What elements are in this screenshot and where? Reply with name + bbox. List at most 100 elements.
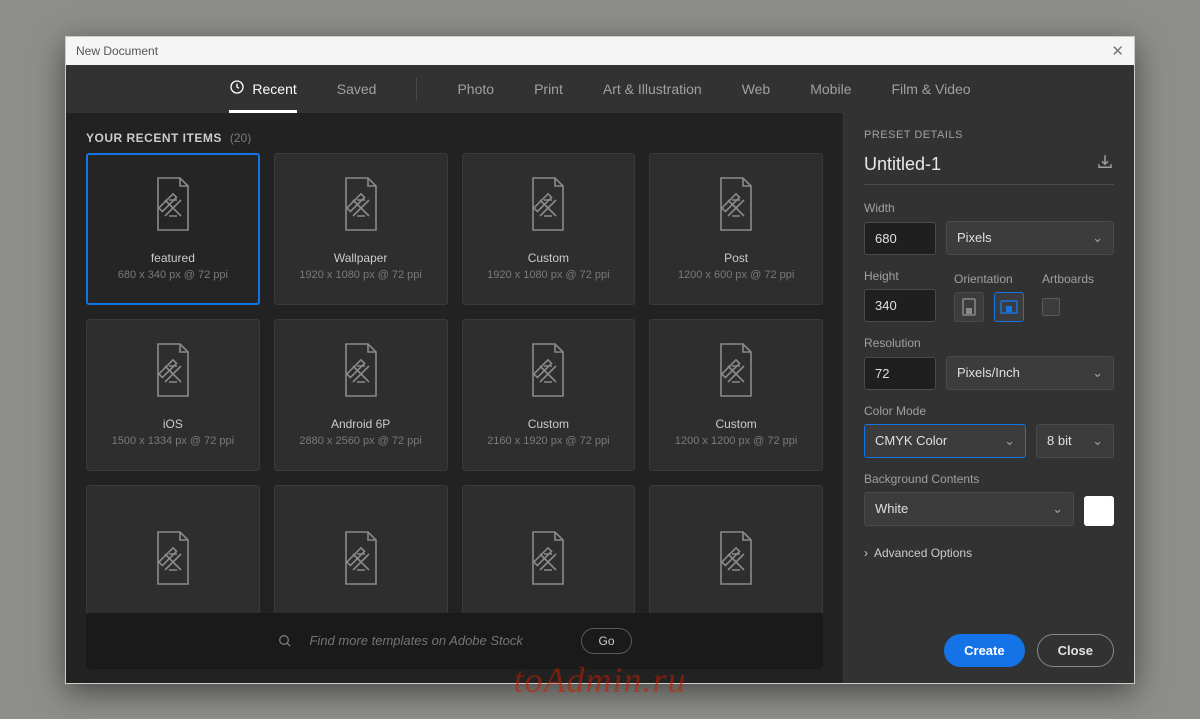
chevron-right-icon: › — [864, 546, 868, 560]
create-button[interactable]: Create — [944, 634, 1024, 667]
color-mode-label: Color Mode — [864, 404, 1114, 418]
preset-card[interactable] — [649, 485, 823, 613]
tab-label: Film & Video — [891, 81, 970, 97]
tab-label: Web — [742, 81, 771, 97]
preset-title: Custom — [528, 251, 569, 265]
resolution-unit-select[interactable]: Pixels/Inch ⌄ — [946, 356, 1114, 390]
tab-saved[interactable]: Saved — [337, 65, 377, 113]
unit-value: Pixels — [957, 230, 992, 245]
preset-card[interactable]: Post 1200 x 600 px @ 72 ppi — [649, 153, 823, 305]
preset-subtitle: 1200 x 600 px @ 72 ppi — [678, 269, 794, 281]
color-depth-select[interactable]: 8 bit ⌄ — [1036, 424, 1114, 458]
preset-title: Post — [724, 251, 748, 265]
tab-mobile[interactable]: Mobile — [810, 65, 851, 113]
preset-subtitle: 1500 x 1334 px @ 72 ppi — [112, 435, 234, 447]
unit-select[interactable]: Pixels ⌄ — [946, 221, 1114, 255]
width-input[interactable] — [864, 222, 936, 255]
preset-subtitle: 1920 x 1080 px @ 72 ppi — [299, 269, 421, 281]
orientation-landscape-button[interactable] — [994, 292, 1024, 322]
document-name-input[interactable]: Untitled-1 — [864, 154, 941, 175]
orientation-label: Orientation — [954, 272, 1024, 286]
go-button[interactable]: Go — [581, 628, 631, 654]
preset-card[interactable] — [274, 485, 448, 613]
background-swatch[interactable] — [1084, 496, 1114, 526]
tab-print[interactable]: Print — [534, 65, 563, 113]
document-icon — [713, 176, 759, 237]
color-depth-value: 8 bit — [1047, 433, 1072, 448]
orientation-portrait-button[interactable] — [954, 292, 984, 322]
chevron-down-icon: ⌄ — [1092, 230, 1103, 246]
preset-subtitle: 1920 x 1080 px @ 72 ppi — [487, 269, 609, 281]
tab-recent[interactable]: Recent — [229, 65, 296, 113]
preset-category-tabs: Recent Saved Photo Print Art & Illustrat… — [66, 65, 1134, 113]
preset-details-heading: PRESET DETAILS — [864, 129, 1114, 141]
chevron-down-icon: ⌄ — [1004, 433, 1015, 449]
title-bar: New Document ✕ — [66, 37, 1134, 65]
preset-title: Custom — [528, 417, 569, 431]
stock-search-bar: Go — [86, 613, 823, 669]
preset-subtitle: 680 x 340 px @ 72 ppi — [118, 269, 228, 281]
preset-subtitle: 2880 x 2560 px @ 72 ppi — [299, 435, 421, 447]
close-icon[interactable]: ✕ — [1111, 42, 1124, 60]
width-label: Width — [864, 201, 1114, 215]
preset-card[interactable]: Wallpaper 1920 x 1080 px @ 72 ppi — [274, 153, 448, 305]
preset-card[interactable]: iOS1500 x 1334 px @ 72 ppi — [86, 319, 260, 471]
resolution-input[interactable] — [864, 357, 936, 390]
preset-subtitle: 1200 x 1200 px @ 72 ppi — [675, 435, 797, 447]
preset-card[interactable]: Custom 2160 x 1920 px @ 72 ppi — [462, 319, 636, 471]
tab-label: Art & Illustration — [603, 81, 702, 97]
background-value: White — [875, 501, 908, 516]
tab-label: Photo — [457, 81, 494, 97]
document-icon — [338, 176, 384, 237]
document-icon — [150, 176, 196, 237]
artboards-label: Artboards — [1042, 272, 1094, 286]
color-mode-value: CMYK Color — [875, 433, 947, 448]
advanced-options-toggle[interactable]: › Advanced Options — [864, 546, 1114, 560]
save-preset-icon[interactable] — [1096, 153, 1114, 176]
search-icon — [277, 633, 293, 649]
preset-subtitle: 2160 x 1920 px @ 72 ppi — [487, 435, 609, 447]
close-button[interactable]: Close — [1037, 634, 1114, 667]
new-document-dialog: New Document ✕ Recent Saved Photo Print … — [65, 36, 1135, 684]
artboards-checkbox[interactable] — [1042, 298, 1060, 316]
chevron-down-icon: ⌄ — [1092, 365, 1103, 381]
stock-search-input[interactable] — [307, 632, 567, 649]
clock-icon — [229, 79, 245, 98]
preset-title: Android 6P — [331, 417, 390, 431]
tab-film-video[interactable]: Film & Video — [891, 65, 970, 113]
tab-web[interactable]: Web — [742, 65, 771, 113]
color-mode-select[interactable]: CMYK Color ⌄ — [864, 424, 1026, 458]
preset-title: Wallpaper — [334, 251, 388, 265]
document-icon — [713, 342, 759, 403]
background-select[interactable]: White ⌄ — [864, 492, 1074, 526]
preset-title: Custom — [715, 417, 756, 431]
resolution-label: Resolution — [864, 336, 1114, 350]
preset-card[interactable]: Android 6P 2880 x 2560 px @ 72 ppi — [274, 319, 448, 471]
preset-card[interactable] — [86, 485, 260, 613]
tab-label: Recent — [252, 81, 296, 97]
chevron-down-icon: ⌄ — [1052, 501, 1063, 517]
preset-card[interactable]: Custom 1200 x 1200 px @ 72 ppi — [649, 319, 823, 471]
preset-details-panel: PRESET DETAILS Untitled-1 Width Pixels ⌄… — [844, 113, 1134, 683]
window-title: New Document — [76, 44, 158, 58]
document-icon — [150, 530, 196, 591]
background-label: Background Contents — [864, 472, 1114, 486]
height-input[interactable] — [864, 289, 936, 322]
tab-art-illustration[interactable]: Art & Illustration — [603, 65, 702, 113]
preset-card[interactable]: Custom 1920 x 1080 px @ 72 ppi — [462, 153, 636, 305]
recent-count: (20) — [230, 131, 251, 145]
tab-label: Print — [534, 81, 563, 97]
tab-photo[interactable]: Photo — [457, 65, 494, 113]
tab-label: Saved — [337, 81, 377, 97]
document-icon — [525, 342, 571, 403]
document-icon — [338, 342, 384, 403]
presets-area: YOUR RECENT ITEMS (20) featured680 x 340… — [66, 113, 844, 683]
document-icon — [713, 530, 759, 591]
height-label: Height — [864, 269, 936, 283]
tab-separator — [416, 78, 417, 100]
recent-heading: YOUR RECENT ITEMS — [86, 131, 222, 145]
tab-label: Mobile — [810, 81, 851, 97]
preset-card[interactable]: featured680 x 340 px @ 72 ppi — [86, 153, 260, 305]
preset-card[interactable] — [462, 485, 636, 613]
resolution-unit-value: Pixels/Inch — [957, 365, 1020, 380]
